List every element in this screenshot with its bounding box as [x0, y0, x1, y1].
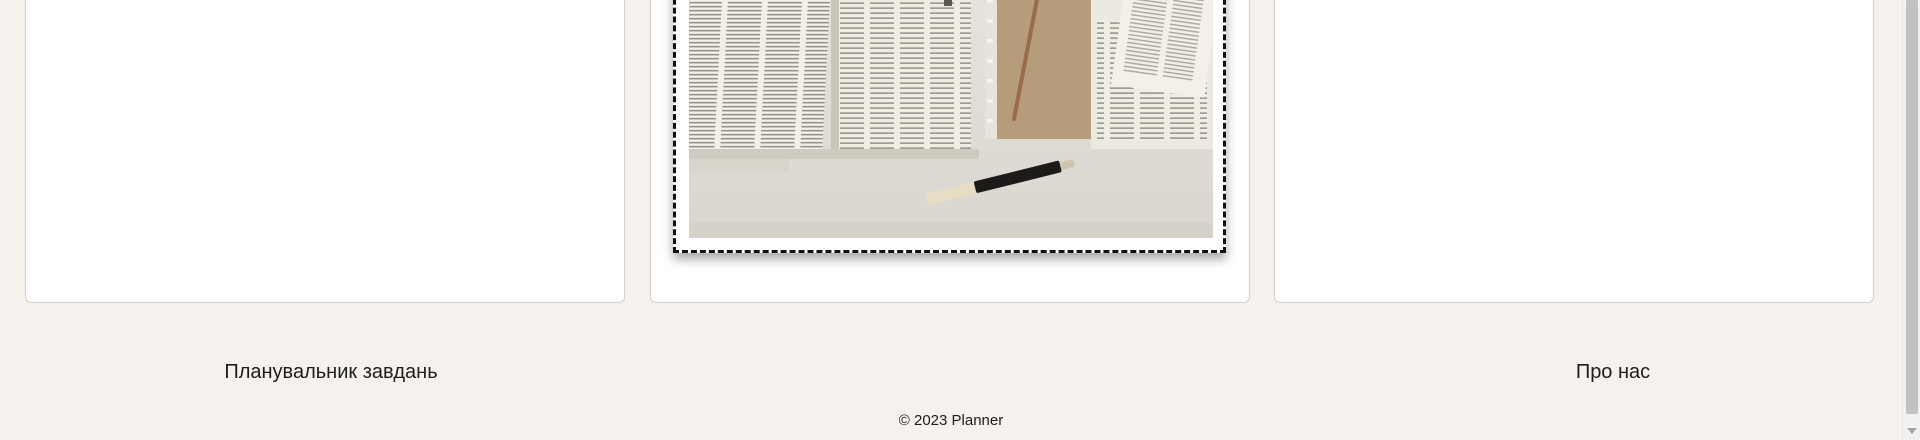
copyright-text: © 2023 Planner: [898, 412, 1004, 429]
card-right: [1274, 0, 1874, 303]
card-left: [25, 0, 625, 303]
scrollbar-thumb[interactable]: [1906, 0, 1918, 414]
photo-frame: [673, 0, 1226, 253]
books-photo: [689, 0, 1213, 238]
vertical-scrollbar[interactable]: [1902, 0, 1920, 440]
footer-link-task-planner[interactable]: Планувальник завдань: [0, 361, 662, 384]
page: Планувальник завдань Про нас © 2023 Plan…: [0, 0, 1902, 440]
scroll-down-arrow-icon[interactable]: [1907, 428, 1917, 434]
footer-link-about-us[interactable]: Про нас: [1276, 361, 1920, 384]
card-middle: [650, 0, 1250, 303]
